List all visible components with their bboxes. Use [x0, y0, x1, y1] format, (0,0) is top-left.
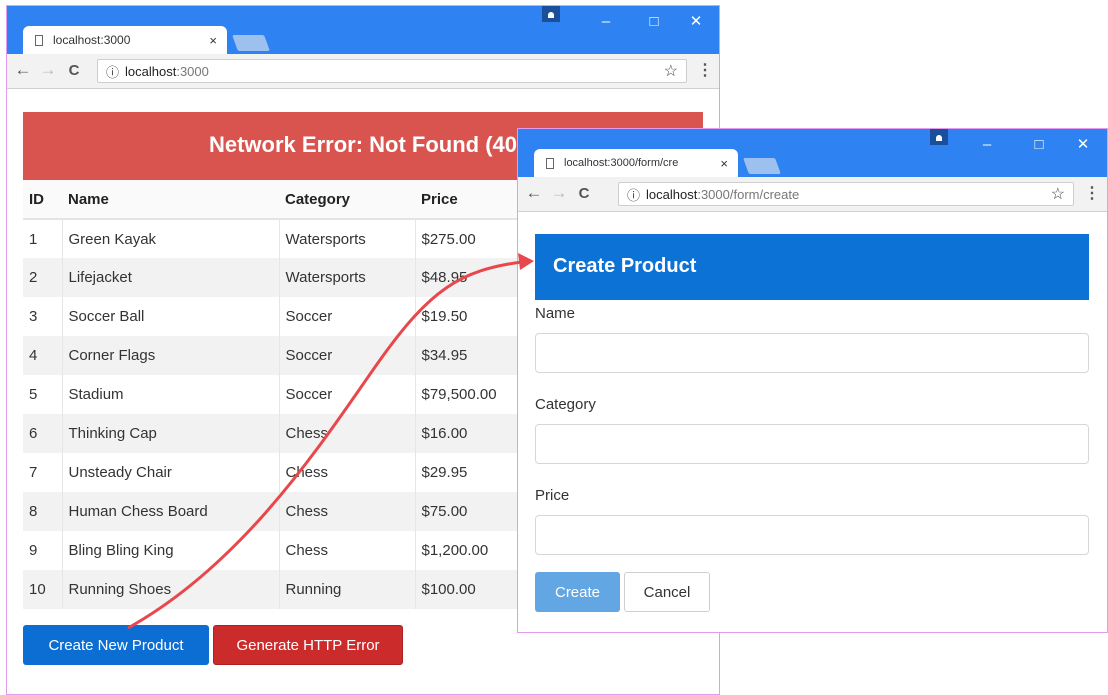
category-label: Category	[535, 396, 596, 413]
cell-name: Corner Flags	[62, 336, 280, 375]
cell-category: Watersports	[279, 219, 416, 258]
close-icon[interactable]: ✕	[681, 12, 711, 32]
create-product-header: Create Product	[535, 234, 1089, 300]
cell-id: 7	[23, 453, 63, 492]
title-bar: localhost:3000/form/cre × – □ ✕	[518, 129, 1107, 177]
cell-category: Soccer	[279, 297, 416, 336]
address-bar[interactable]: ⓘ localhost:3000 ☆	[97, 59, 687, 83]
cell-name: Human Chess Board	[62, 492, 280, 531]
url-host: localhost	[646, 186, 698, 202]
price-input[interactable]	[535, 515, 1089, 555]
new-tab-button[interactable]	[743, 158, 781, 174]
name-input[interactable]	[535, 333, 1089, 373]
tab-title: localhost:3000/form/cre	[564, 157, 679, 169]
menu-icon[interactable]: ⋮	[697, 60, 713, 80]
url-path: :3000	[176, 63, 209, 79]
cell-name: Soccer Ball	[62, 297, 280, 336]
cell-id: 2	[23, 258, 63, 297]
cell-category: Chess	[279, 414, 416, 453]
title-bar: localhost:3000 × – □ ✕	[7, 6, 719, 54]
url-path: :3000/form/create	[697, 186, 800, 202]
browser-tab[interactable]: localhost:3000/form/cre ×	[534, 149, 738, 177]
maximize-icon[interactable]: □	[1024, 135, 1054, 155]
cell-name: Green Kayak	[62, 219, 280, 258]
cell-name: Bling Bling King	[62, 531, 280, 570]
name-label: Name	[535, 305, 576, 322]
cell-category: Soccer	[279, 336, 416, 375]
close-icon[interactable]: ✕	[1068, 135, 1098, 155]
cell-id: 4	[23, 336, 63, 375]
minimize-icon[interactable]: –	[591, 12, 621, 32]
user-profile-icon[interactable]	[542, 6, 560, 22]
maximize-icon[interactable]: □	[639, 12, 669, 32]
cell-name: Stadium	[62, 375, 280, 414]
tab-close-icon[interactable]: ×	[710, 156, 738, 171]
create-button[interactable]: Create	[535, 572, 620, 612]
cell-category: Chess	[279, 492, 416, 531]
browser-toolbar: ← → C ⓘ localhost:3000/form/create ☆ ⋮	[518, 177, 1107, 212]
cell-name: Running Shoes	[62, 570, 280, 609]
cell-name: Unsteady Chair	[62, 453, 280, 492]
browser-window-create-form: localhost:3000/form/cre × – □ ✕ ← → C ⓘ …	[517, 128, 1108, 633]
cell-name: Thinking Cap	[62, 414, 280, 453]
address-bar[interactable]: ⓘ localhost:3000/form/create ☆	[618, 182, 1074, 206]
create-new-product-button[interactable]: Create New Product	[23, 625, 209, 665]
cell-id: 8	[23, 492, 63, 531]
back-icon[interactable]: ←	[524, 183, 544, 203]
cell-category: Running	[279, 570, 416, 609]
new-tab-button[interactable]	[232, 35, 270, 51]
header-category: Category	[279, 180, 415, 220]
cell-id: 3	[23, 297, 63, 336]
forward-icon[interactable]: →	[38, 60, 58, 80]
back-icon[interactable]: ←	[13, 60, 33, 80]
cell-id: 10	[23, 570, 63, 609]
cell-id: 9	[23, 531, 63, 570]
cell-id: 1	[23, 219, 63, 258]
forward-icon[interactable]: →	[549, 183, 569, 203]
reload-icon[interactable]: C	[64, 62, 84, 79]
cell-category: Chess	[279, 453, 416, 492]
menu-icon[interactable]: ⋮	[1084, 183, 1100, 203]
cell-id: 5	[23, 375, 63, 414]
minimize-icon[interactable]: –	[972, 135, 1002, 155]
cell-name: Lifejacket	[62, 258, 280, 297]
info-icon[interactable]: ⓘ	[106, 62, 119, 81]
browser-toolbar: ← → C ⓘ localhost:3000 ☆ ⋮	[7, 54, 719, 89]
page-icon	[546, 157, 554, 169]
tab-close-icon[interactable]: ×	[199, 33, 227, 48]
cancel-button[interactable]: Cancel	[624, 572, 710, 612]
cell-category: Watersports	[279, 258, 416, 297]
bookmark-star-icon[interactable]: ☆	[1051, 184, 1065, 204]
header-name: Name	[62, 180, 279, 220]
cell-category: Soccer	[279, 375, 416, 414]
browser-tab[interactable]: localhost:3000 ×	[23, 26, 227, 54]
info-icon[interactable]: ⓘ	[627, 185, 640, 204]
tab-title: localhost:3000	[53, 33, 131, 47]
url-host: localhost	[125, 63, 177, 79]
cell-id: 6	[23, 414, 63, 453]
page-icon	[35, 34, 43, 46]
user-profile-icon[interactable]	[930, 129, 948, 145]
generate-http-error-button[interactable]: Generate HTTP Error	[213, 625, 403, 665]
cell-category: Chess	[279, 531, 416, 570]
price-label: Price	[535, 487, 570, 504]
category-input[interactable]	[535, 424, 1089, 464]
header-id: ID	[23, 180, 62, 220]
reload-icon[interactable]: C	[574, 185, 594, 202]
bookmark-star-icon[interactable]: ☆	[664, 61, 678, 81]
